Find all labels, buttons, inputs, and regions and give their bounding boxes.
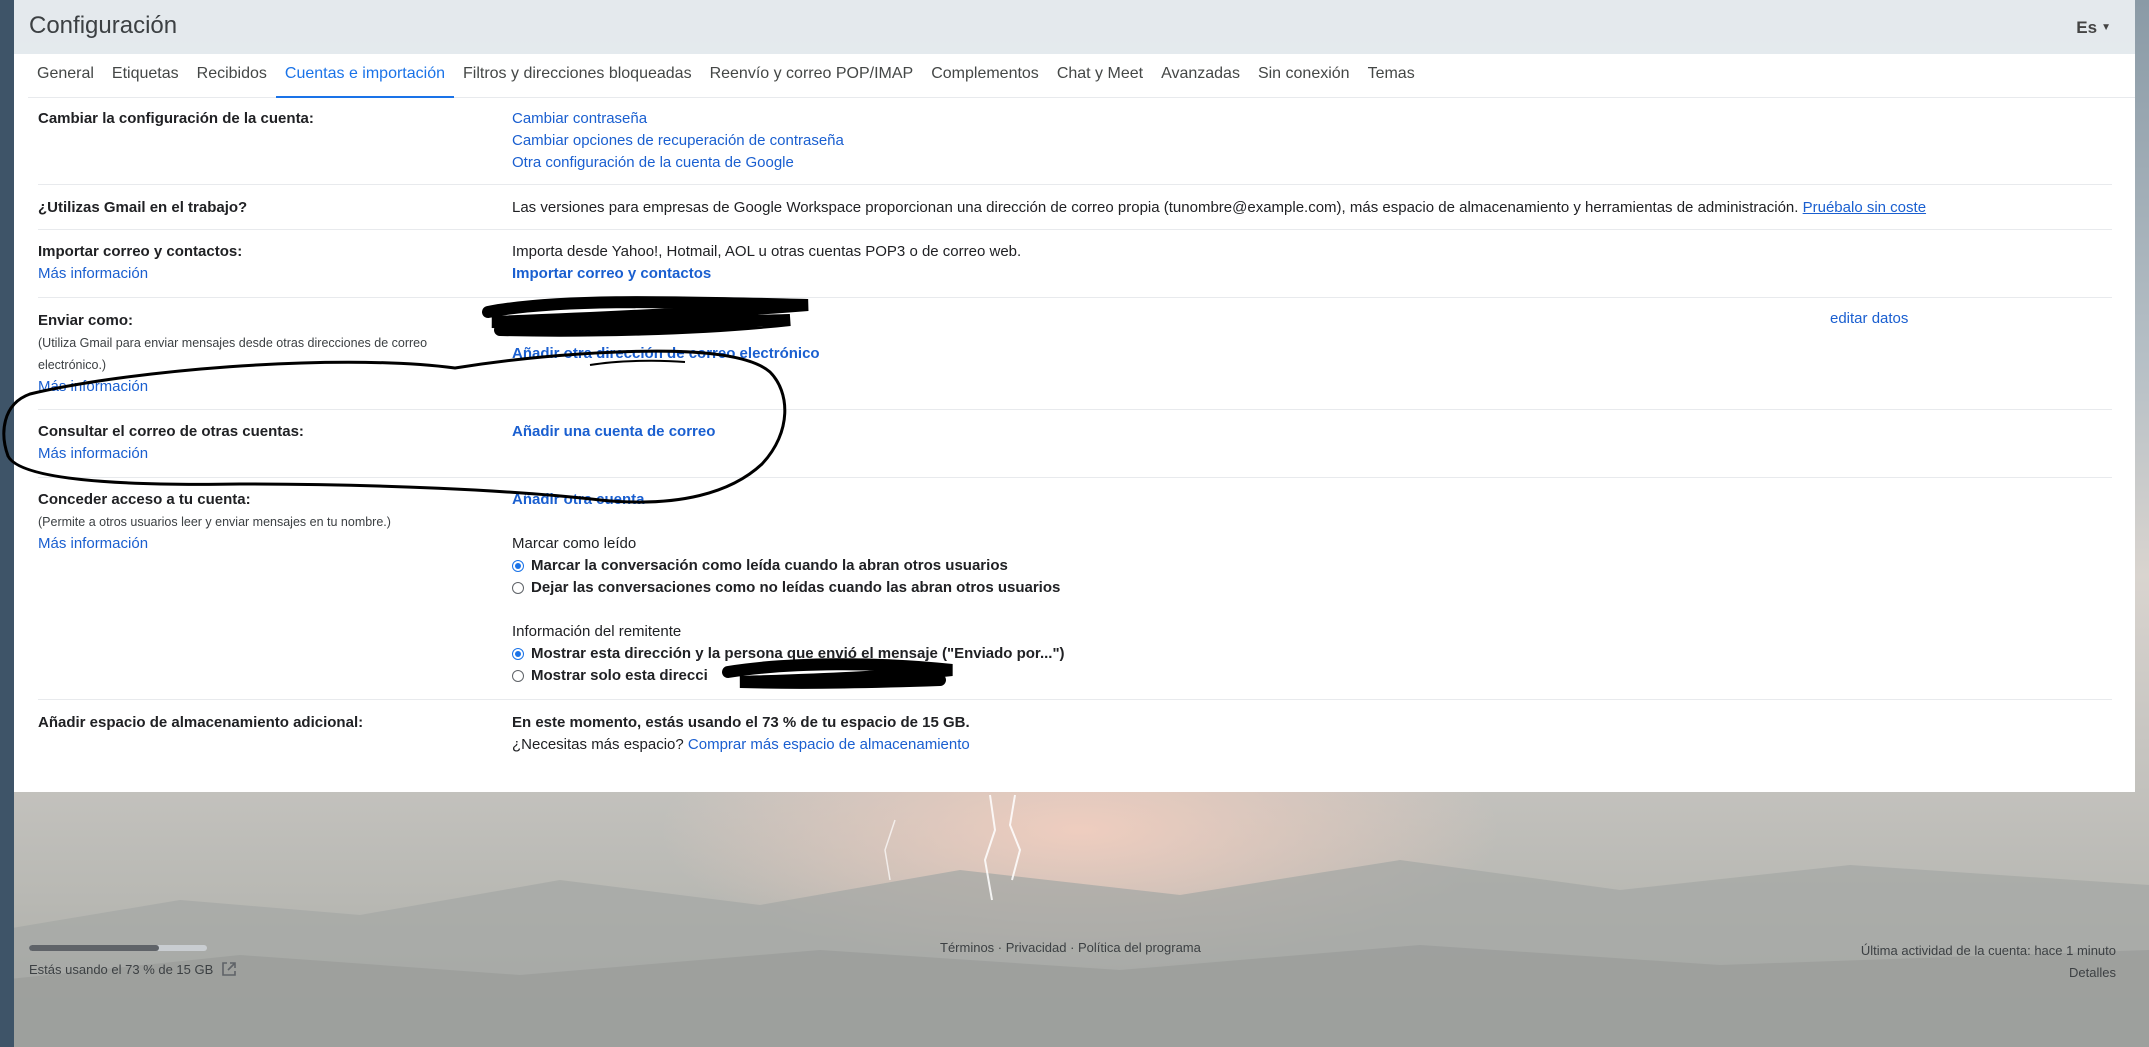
- window-edge: [0, 0, 14, 1047]
- tab-general[interactable]: General: [28, 54, 103, 98]
- send-as-row: Enviar como: (Utiliza Gmail para enviar …: [38, 298, 2112, 410]
- page-title: Configuración: [29, 12, 178, 39]
- account-settings-title: Cambiar la configuración de la cuenta:: [38, 110, 314, 127]
- footer: Estás usando el 73 % de 15 GB Términos ·…: [14, 930, 2135, 990]
- mark-read-option[interactable]: Marcar la conversación como leída cuando…: [512, 555, 1065, 577]
- footer-links: Términos · Privacidad · Política del pro…: [940, 940, 1201, 955]
- add-another-account-link[interactable]: Añadir otra cuenta: [512, 489, 1065, 511]
- show-address-and-sender-option[interactable]: Mostrar esta dirección y la persona que …: [512, 643, 1065, 665]
- terms-link[interactable]: Términos: [940, 940, 994, 955]
- import-title: Importar correo y contactos:: [38, 243, 243, 260]
- settings-panel: General Etiquetas Recibidos Cuentas e im…: [14, 54, 2135, 792]
- import-mail-contacts-link[interactable]: Importar correo y contactos: [512, 263, 1021, 285]
- tab-accounts-import[interactable]: Cuentas e importación: [275, 54, 454, 98]
- tab-filters[interactable]: Filtros y direcciones bloqueadas: [454, 54, 701, 98]
- storage-usage-fill: [29, 945, 159, 951]
- tab-advanced[interactable]: Avanzadas: [1152, 54, 1249, 98]
- add-mail-account-link[interactable]: Añadir una cuenta de correo: [512, 421, 715, 443]
- language-label: Es: [2076, 18, 2098, 37]
- mark-read-option-label: Marcar la conversación como leída cuando…: [531, 557, 1008, 574]
- send-as-description: (Utiliza Gmail para enviar mensajes desd…: [38, 336, 428, 372]
- grant-access-row: Conceder acceso a tu cuenta: (Permite a …: [38, 478, 2112, 700]
- language-selector[interactable]: Es ▼: [2076, 18, 2111, 38]
- check-mail-more-info-link[interactable]: Más información: [38, 443, 488, 465]
- radio-checked-icon[interactable]: [512, 648, 524, 660]
- radio-unchecked-icon[interactable]: [512, 582, 524, 594]
- change-password-link[interactable]: Cambiar contraseña: [512, 108, 844, 130]
- send-as-title: Enviar como:: [38, 312, 134, 329]
- need-more-space-text: ¿Necesitas más espacio?: [512, 736, 684, 753]
- import-row: Importar correo y contactos: Más informa…: [38, 230, 2112, 298]
- import-more-info-link[interactable]: Más información: [38, 263, 488, 285]
- caret-down-icon: ▼: [2101, 22, 2111, 33]
- show-address-only-option[interactable]: Mostrar solo esta direcci: [512, 665, 1065, 687]
- add-email-address-link[interactable]: Añadir otra dirección de correo electrón…: [512, 343, 820, 365]
- workspace-text: Las versiones para empresas de Google Wo…: [512, 199, 1799, 216]
- try-free-link[interactable]: Pruébalo sin coste: [1803, 199, 1926, 216]
- radio-checked-icon[interactable]: [512, 560, 524, 572]
- program-policy-link[interactable]: Política del programa: [1078, 940, 1201, 955]
- settings-header: Configuración Es ▼: [14, 0, 2135, 54]
- radio-unchecked-icon[interactable]: [512, 670, 524, 682]
- leave-unread-option[interactable]: Dejar las conversaciones como no leídas …: [512, 577, 1065, 599]
- workspace-row: ¿Utilizas Gmail en el trabajo? Las versi…: [38, 185, 2112, 230]
- footer-separator: ·: [994, 940, 1006, 955]
- tab-offline[interactable]: Sin conexión: [1249, 54, 1359, 98]
- privacy-link[interactable]: Privacidad: [1006, 940, 1067, 955]
- grant-access-more-info-link[interactable]: Más información: [38, 533, 488, 555]
- recovery-options-link[interactable]: Cambiar opciones de recuperación de cont…: [512, 130, 844, 152]
- last-activity-text: Última actividad de la cuenta: hace 1 mi…: [1860, 943, 2116, 958]
- show-address-only-label: Mostrar solo esta direcci: [531, 667, 708, 684]
- send-as-more-info-link[interactable]: Más información: [38, 376, 488, 398]
- footer-storage-text: Estás usando el 73 % de 15 GB: [29, 961, 214, 977]
- check-mail-title: Consultar el correo de otras cuentas:: [38, 423, 304, 440]
- buy-storage-link[interactable]: Comprar más espacio de almacenamiento: [688, 736, 970, 753]
- sender-info-title: Información del remitente: [512, 623, 682, 640]
- tab-forwarding[interactable]: Reenvío y correo POP/IMAP: [701, 54, 923, 98]
- tab-themes[interactable]: Temas: [1359, 54, 1424, 98]
- details-link[interactable]: Detalles: [1861, 962, 2116, 984]
- show-address-and-sender-label: Mostrar esta dirección y la persona que …: [531, 645, 1065, 662]
- storage-usage-text: En este momento, estás usando el 73 % de…: [512, 714, 970, 731]
- open-in-new-icon[interactable]: [221, 961, 237, 977]
- mark-read-title: Marcar como leído: [512, 535, 637, 552]
- footer-separator: ·: [1066, 940, 1079, 955]
- storage-usage-bar: [29, 945, 207, 951]
- tab-chat-meet[interactable]: Chat y Meet: [1048, 54, 1152, 98]
- grant-access-description: (Permite a otros usuarios leer y enviar …: [38, 515, 391, 529]
- check-mail-row: Consultar el correo de otras cuentas: Má…: [38, 410, 2112, 478]
- google-account-settings-link[interactable]: Otra configuración de la cuenta de Googl…: [512, 152, 844, 174]
- settings-tabs: General Etiquetas Recibidos Cuentas e im…: [28, 54, 2135, 98]
- account-settings-row: Cambiar la configuración de la cuenta: C…: [38, 108, 2112, 185]
- edit-info-link[interactable]: editar datos: [1830, 310, 1908, 327]
- tab-inbox[interactable]: Recibidos: [188, 54, 276, 98]
- leave-unread-option-label: Dejar las conversaciones como no leídas …: [531, 579, 1061, 596]
- grant-access-title: Conceder acceso a tu cuenta:: [38, 491, 251, 508]
- storage-row: Añadir espacio de almacenamiento adicion…: [38, 700, 2112, 770]
- storage-title: Añadir espacio de almacenamiento adicion…: [38, 714, 364, 731]
- tab-labels[interactable]: Etiquetas: [103, 54, 188, 98]
- import-text: Importa desde Yahoo!, Hotmail, AOL u otr…: [512, 243, 1022, 260]
- workspace-title: ¿Utilizas Gmail en el trabajo?: [38, 199, 248, 216]
- tab-addons[interactable]: Complementos: [922, 54, 1048, 98]
